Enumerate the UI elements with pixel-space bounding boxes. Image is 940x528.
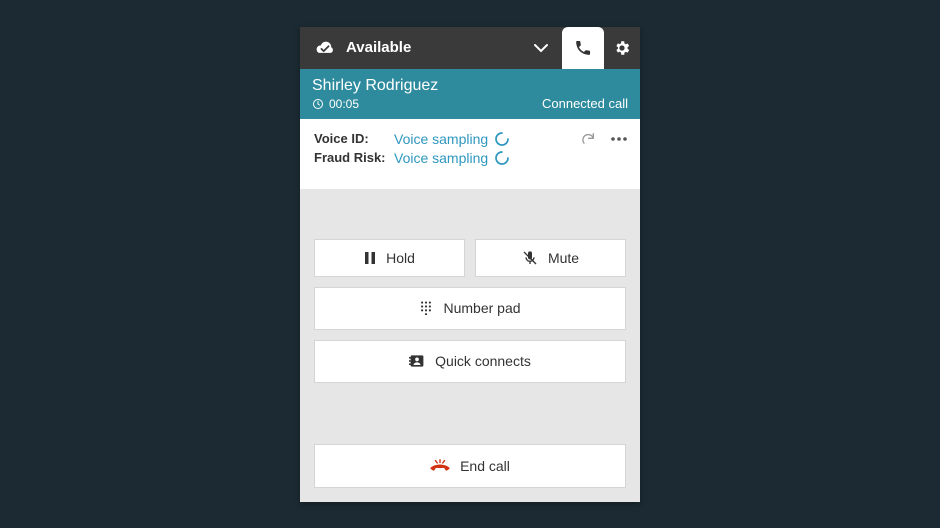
phone-icon: [574, 39, 592, 57]
agent-status-dropdown[interactable]: Available: [300, 39, 520, 56]
pause-icon: [364, 251, 376, 265]
hold-label: Hold: [386, 250, 415, 266]
mic-mute-icon: [522, 250, 538, 266]
spinner-icon: [494, 131, 510, 147]
call-controls: Hold Mute: [300, 189, 640, 502]
refresh-button[interactable]: [580, 131, 596, 147]
end-call-button[interactable]: End call: [314, 444, 626, 487]
ccp-panel: Available Shirley Rodriguez 00:05: [300, 27, 640, 502]
chevron-down-icon: [520, 43, 562, 53]
gear-icon: [613, 39, 631, 57]
top-bar: Available: [300, 27, 640, 69]
caller-name: Shirley Rodriguez: [312, 77, 438, 95]
fraud-risk-value: Voice sampling: [394, 150, 488, 166]
number-pad-button[interactable]: Number pad: [314, 287, 626, 330]
voice-id-label: Voice ID:: [314, 131, 388, 146]
status-cloud-icon: [314, 40, 336, 56]
hold-button[interactable]: Hold: [314, 239, 465, 277]
quick-connects-label: Quick connects: [435, 353, 531, 369]
caller-info-bar: Shirley Rodriguez 00:05 Connected call: [300, 69, 640, 119]
ellipsis-icon: [610, 136, 628, 142]
contacts-icon: [409, 354, 425, 368]
agent-status-label: Available: [346, 39, 411, 56]
number-pad-label: Number pad: [443, 300, 520, 316]
phone-tab[interactable]: [562, 27, 604, 69]
mute-button[interactable]: Mute: [475, 239, 626, 277]
voice-id-value: Voice sampling: [394, 131, 488, 147]
settings-button[interactable]: [604, 27, 640, 69]
mute-label: Mute: [548, 250, 579, 266]
call-timer: 00:05: [329, 97, 359, 111]
call-status: Connected call: [542, 96, 628, 111]
spinner-icon: [494, 150, 510, 166]
end-call-label: End call: [460, 458, 510, 474]
refresh-icon: [580, 131, 596, 147]
voice-id-panel: Voice ID: Voice sampling Fraud Risk: Voi…: [300, 119, 640, 189]
fraud-risk-label: Fraud Risk:: [314, 150, 388, 165]
dialpad-icon: [419, 301, 433, 315]
more-menu-button[interactable]: [610, 136, 628, 142]
clock-icon: [312, 98, 324, 110]
end-call-icon: [430, 459, 450, 473]
quick-connects-button[interactable]: Quick connects: [314, 340, 626, 383]
